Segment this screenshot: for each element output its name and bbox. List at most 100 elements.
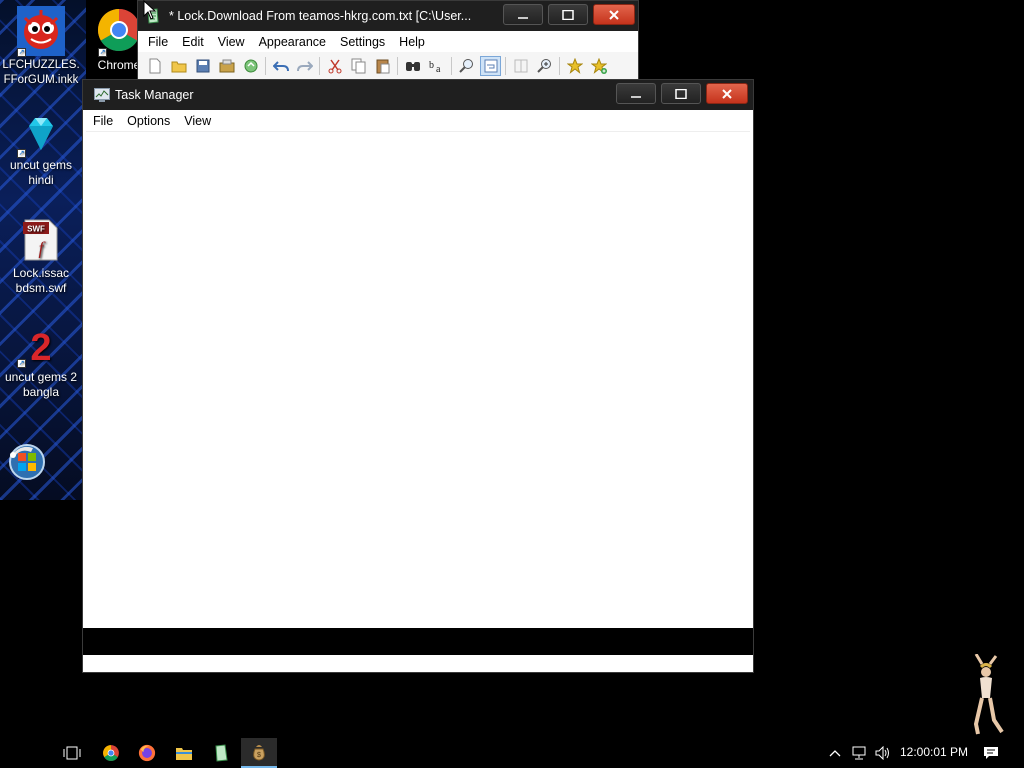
toolbar-separator: [319, 56, 320, 75]
number-two-icon: 2: [30, 327, 51, 366]
maximize-icon: [562, 9, 574, 20]
menu-help[interactable]: Help: [392, 35, 432, 49]
paste-icon[interactable]: [372, 56, 393, 76]
toolbar-separator: [451, 56, 452, 75]
notification-icon: [984, 747, 998, 759]
svg-text:a: a: [436, 64, 441, 74]
desktop-icon-uncut-gems-hindi[interactable]: ↗ uncut gems hindi: [0, 114, 82, 188]
find-icon[interactable]: [402, 56, 423, 76]
notepad-toolbar: ba: [138, 52, 638, 79]
svg-text:b: b: [429, 60, 434, 71]
notepad-close-button[interactable]: [593, 4, 635, 25]
task-manager-render-gap: [83, 628, 753, 655]
task-manager-minimize-button[interactable]: [616, 83, 656, 104]
undo-icon[interactable]: [270, 56, 291, 76]
new-icon[interactable]: [144, 56, 165, 76]
task-manager-icon: [94, 88, 110, 102]
menu-edit[interactable]: Edit: [175, 35, 211, 49]
desktop-icon-label: LFCHUZZLES. FForGUM.inkk: [2, 59, 80, 86]
task-manager-menubar: File Options View: [83, 110, 753, 131]
save-as-icon[interactable]: [216, 56, 237, 76]
gem-icon: [29, 118, 53, 150]
tray-volume[interactable]: [872, 738, 894, 768]
notepad-menubar: File Edit View Appearance Settings Help: [138, 31, 638, 52]
task-manager-status-bar: [86, 655, 750, 671]
menu-view[interactable]: View: [211, 35, 252, 49]
menu-file[interactable]: File: [138, 35, 175, 49]
taskbar-firefox[interactable]: [129, 738, 165, 768]
desktop-icon-label: uncut gems hindi: [9, 158, 73, 187]
task-manager-maximize-button[interactable]: [661, 83, 701, 104]
desktop-icon-windows-orb[interactable]: [0, 442, 68, 486]
redo-icon[interactable]: [294, 56, 315, 76]
chevron-up-icon: [829, 750, 841, 757]
taskbar: $ 12:00:01 PM: [0, 738, 1024, 768]
taskbar-notepad2[interactable]: [203, 738, 239, 768]
desktop-icon-lock-swf[interactable]: SWF f Lock.issac bdsm.swf: [0, 218, 82, 296]
svg-text:2: 2: [30, 327, 51, 366]
network-icon: [852, 746, 866, 760]
volume-icon: [875, 746, 889, 760]
shortcut-arrow-icon: ↗: [17, 48, 26, 57]
task-manager-window[interactable]: Task Manager File Options View: [82, 79, 754, 673]
close-icon: [609, 9, 619, 20]
menu-settings[interactable]: Settings: [333, 35, 392, 49]
windows-orb-icon: [9, 444, 45, 480]
task-manager-content: [86, 131, 750, 628]
taskbar-chrome[interactable]: [93, 738, 129, 768]
task-manager-titlebar[interactable]: Task Manager: [83, 80, 753, 110]
replace-icon[interactable]: ba: [426, 56, 447, 76]
notepad2-icon: [215, 744, 228, 762]
task-manager-close-button[interactable]: [706, 83, 748, 104]
cut-icon[interactable]: [324, 56, 345, 76]
add-favorite-icon[interactable]: [588, 56, 609, 76]
tray-network[interactable]: [848, 738, 870, 768]
taskbar-clock[interactable]: 12:00:01 PM: [900, 745, 968, 759]
menu-options[interactable]: Options: [120, 114, 177, 128]
notepad-minimize-button[interactable]: [503, 4, 543, 25]
mouse-cursor-icon: [143, 0, 157, 20]
toolbar-separator: [397, 56, 398, 75]
notepad-titlebar[interactable]: * Lock.Download From teamos-hkrg.com.txt…: [138, 1, 638, 31]
money-bag-icon: $: [253, 745, 265, 761]
svg-text:$: $: [257, 752, 261, 759]
menu-view[interactable]: View: [177, 114, 218, 128]
refresh-icon[interactable]: [240, 56, 261, 76]
desktop-icon-lfchuzzles[interactable]: ↗ LFCHUZZLES. FForGUM.inkk: [0, 6, 82, 88]
zoom-in-icon[interactable]: [534, 56, 555, 76]
copy-icon[interactable]: [348, 56, 369, 76]
menu-appearance[interactable]: Appearance: [252, 35, 333, 49]
maximize-icon: [675, 88, 687, 99]
notepad-window[interactable]: * Lock.Download From teamos-hkrg.com.txt…: [137, 0, 639, 80]
open-icon[interactable]: [168, 56, 189, 76]
chrome-icon: [103, 745, 119, 761]
notepad-title: * Lock.Download From teamos-hkrg.com.txt…: [169, 9, 472, 23]
zoom-icon[interactable]: [456, 56, 477, 76]
desktop-icon-label: Lock.issac bdsm.swf: [12, 266, 70, 295]
tray-overflow-button[interactable]: [826, 738, 844, 768]
swf-file-icon: SWF f: [23, 219, 58, 261]
shortcut-arrow-icon: ↗: [17, 149, 26, 158]
taskbar-file-explorer[interactable]: [166, 738, 202, 768]
toolbar-separator: [559, 56, 560, 75]
file-explorer-icon: [176, 748, 192, 760]
split-icon[interactable]: [510, 56, 531, 76]
swf-badge: SWF: [27, 225, 45, 234]
close-icon: [722, 88, 732, 99]
action-center-button[interactable]: [980, 738, 1002, 768]
chrome-icon: [97, 8, 141, 52]
minimize-icon: [631, 95, 641, 98]
taskbar-task-manager[interactable]: $: [241, 738, 277, 768]
minimize-icon: [518, 16, 528, 19]
menu-file[interactable]: File: [83, 114, 120, 128]
toolbar-separator: [505, 56, 506, 75]
dancing-figure-icon: [973, 654, 1004, 735]
shortcut-arrow-icon: ↗: [98, 48, 107, 57]
toolbar-separator: [265, 56, 266, 75]
word-wrap-icon[interactable]: [480, 55, 501, 76]
notepad-maximize-button[interactable]: [548, 4, 588, 25]
favorites-icon[interactable]: [564, 56, 585, 76]
save-icon[interactable]: [192, 56, 213, 76]
task-view-button[interactable]: [54, 738, 90, 768]
desktop-icon-uncut-gems-2-bangla[interactable]: 2 ↗ uncut gems 2 bangla: [0, 326, 82, 400]
